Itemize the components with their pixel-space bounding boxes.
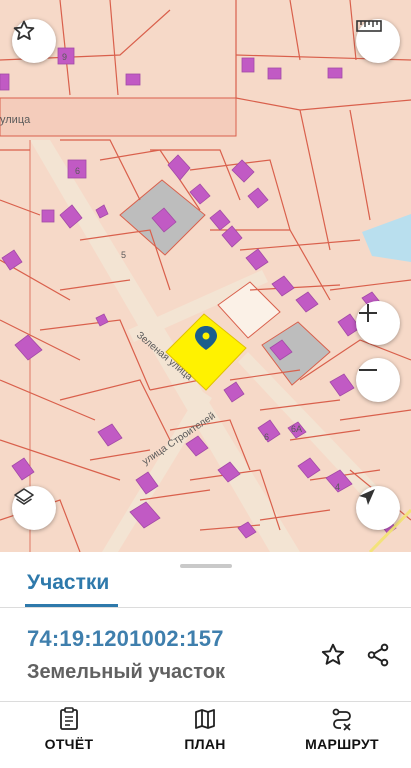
- star-outline-icon: [321, 643, 345, 665]
- share-icon: [367, 643, 389, 667]
- favorites-button[interactable]: [12, 19, 56, 63]
- house-number: 6: [75, 166, 80, 176]
- zoom-out-button[interactable]: [356, 358, 400, 402]
- house-number: 6А: [291, 424, 302, 434]
- zoom-in-button[interactable]: [356, 301, 400, 345]
- plus-icon: [359, 304, 377, 322]
- layers-button[interactable]: [12, 486, 56, 530]
- sheet-drag-handle[interactable]: [180, 564, 232, 568]
- route-button[interactable]: МАРШРУТ: [287, 706, 397, 760]
- report-button[interactable]: ОТЧЁТ: [14, 706, 124, 760]
- add-favorite-button[interactable]: [316, 638, 350, 672]
- share-button[interactable]: [361, 638, 395, 672]
- navigation-arrow-icon: [359, 489, 375, 505]
- map-icon: [195, 709, 215, 729]
- house-number: 6: [264, 432, 269, 442]
- minus-icon: [359, 369, 377, 371]
- street-label-top: улица: [0, 114, 31, 126]
- divider: [0, 607, 411, 608]
- plan-button[interactable]: ПЛАН: [150, 706, 260, 760]
- divider: [0, 701, 411, 702]
- house-number: 9: [62, 52, 67, 62]
- plan-label: ПЛАН: [184, 736, 226, 752]
- ruler-icon: [356, 20, 382, 32]
- clipboard-icon: [60, 707, 78, 730]
- bottom-sheet: Участки 74:19:1201002:157 Земельный учас…: [0, 552, 411, 768]
- route-icon: [332, 708, 351, 731]
- cadastral-number[interactable]: 74:19:1201002:157: [27, 626, 224, 652]
- route-label: МАРШРУТ: [305, 736, 379, 752]
- star-outline-icon: [13, 20, 35, 40]
- layers-icon: [14, 488, 34, 505]
- tab-parcels[interactable]: Участки: [27, 571, 109, 595]
- cadastral-map[interactable]: улица Зеленая улица улица Строителей 9 6…: [0, 0, 411, 552]
- ruler-button[interactable]: [356, 19, 400, 63]
- object-type: Земельный участок: [27, 661, 226, 683]
- report-label: ОТЧЁТ: [44, 736, 94, 752]
- map-canvas[interactable]: улица Зеленая улица улица Строителей 9 6…: [0, 0, 411, 552]
- house-number: 4: [335, 482, 340, 492]
- my-location-button[interactable]: [356, 486, 400, 530]
- house-number: 5: [121, 250, 126, 260]
